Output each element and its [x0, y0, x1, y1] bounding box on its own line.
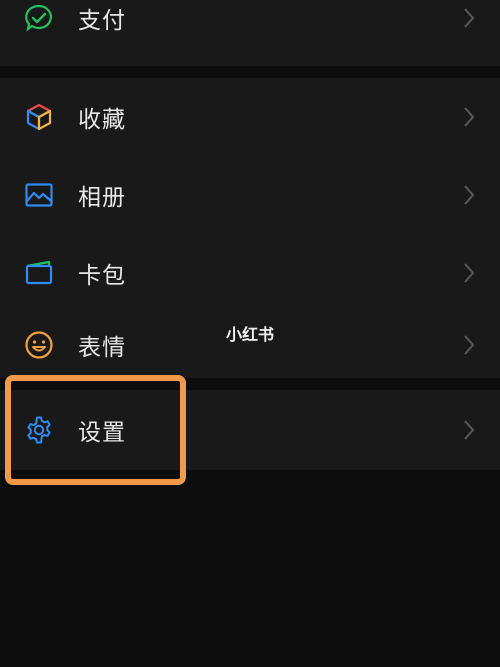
chevron-right-icon	[462, 105, 476, 129]
chevron-right-icon	[462, 183, 476, 207]
menu-item-settings[interactable]: 设置	[0, 390, 500, 470]
menu-section-settings: 设置	[0, 390, 500, 470]
watermark-text: 小红书	[226, 325, 275, 344]
card-wallet-icon	[24, 258, 54, 288]
gear-icon	[24, 415, 54, 445]
menu-item-label: 支付	[78, 8, 126, 34]
menu-item-label: 设置	[78, 420, 126, 446]
menu-item-label: 相册	[78, 185, 126, 211]
smiley-icon	[24, 330, 54, 360]
chevron-right-icon	[462, 418, 476, 442]
chevron-right-icon	[462, 333, 476, 357]
pay-check-icon	[24, 3, 54, 33]
image-icon	[24, 180, 54, 210]
menu-item-pay[interactable]: 支付	[0, 0, 500, 56]
menu-item-cards[interactable]: 卡包	[0, 234, 500, 312]
menu-item-label: 卡包	[78, 263, 126, 289]
menu-item-label: 收藏	[78, 107, 126, 133]
cube-icon	[24, 102, 54, 132]
menu-section-pay: 支付	[0, 0, 500, 66]
chevron-right-icon	[462, 261, 476, 285]
menu-item-favorites[interactable]: 收藏	[0, 78, 500, 156]
chevron-right-icon	[462, 6, 476, 30]
menu-item-label: 表情	[78, 335, 126, 361]
menu-item-album[interactable]: 相册	[0, 156, 500, 234]
